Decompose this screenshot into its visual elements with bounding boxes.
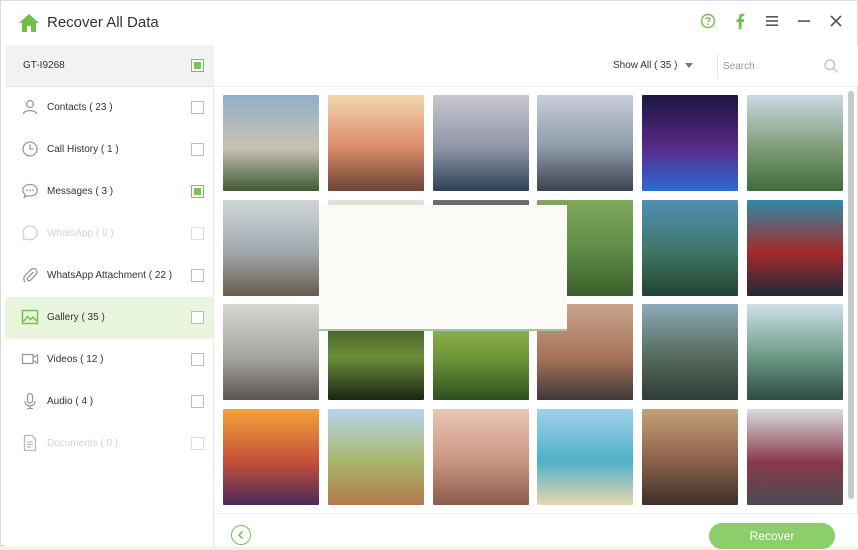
sidebar-item-videos[interactable]: Videos ( 12 ): [5, 339, 214, 381]
sidebar-item-label: Documents ( 0 ): [47, 438, 119, 449]
clock-icon: [21, 140, 39, 158]
family-beach-photo[interactable]: [223, 200, 319, 296]
app-window: Recover All Data GT-I9268 Contacts (23 …: [0, 0, 858, 549]
iron-man-photo[interactable]: [747, 200, 843, 296]
filter-label: Show All ( 35 ): [613, 60, 678, 71]
facebook-icon[interactable]: [731, 12, 749, 30]
sidebar-item-whatsapp[interactable]: WhatsApp ( 0 ): [5, 213, 214, 255]
sidebar-item-contacts[interactable]: Contacts ( 23 ): [5, 87, 214, 129]
window-controls: [699, 12, 845, 30]
sidebar-item-label: Messages ( 3 ): [47, 186, 114, 197]
whatsapp-checkbox[interactable]: [191, 227, 204, 240]
karst-lake-photo[interactable]: [747, 304, 843, 400]
contacts-checkbox[interactable]: [191, 101, 204, 114]
sidebar-item-label: WhatsApp ( 0 ): [47, 228, 114, 239]
scrollbar[interactable]: [847, 89, 855, 507]
house-photo[interactable]: [223, 95, 319, 191]
gallery-checkbox[interactable]: [191, 311, 204, 324]
home-icon[interactable]: [18, 12, 40, 34]
sidebar-item-label: Contacts ( 23 ): [47, 102, 113, 113]
beach-family-photo[interactable]: [537, 409, 633, 505]
sidebar-item-gallery[interactable]: Gallery ( 35 ): [5, 297, 214, 339]
documents-checkbox[interactable]: [191, 437, 204, 450]
device-row[interactable]: GT-I9268: [5, 45, 214, 87]
scrollbar-thumb[interactable]: [848, 91, 854, 499]
gallery-icon: [21, 308, 39, 326]
close-icon[interactable]: [827, 12, 845, 30]
dirt-road-photo[interactable]: [328, 409, 424, 505]
message-icon: [21, 182, 39, 200]
title-bar: Recover All Data: [1, 1, 857, 45]
sidebar-item-call-history[interactable]: Call History ( 1 ): [5, 129, 214, 171]
child-hat-photo[interactable]: [747, 409, 843, 505]
microphone-icon: [21, 392, 39, 410]
back-button[interactable]: [231, 525, 251, 545]
beach-walk-photo[interactable]: [223, 304, 319, 400]
whatsapp-attachment-checkbox[interactable]: [191, 269, 204, 282]
call-history-checkbox[interactable]: [191, 143, 204, 156]
filter-dropdown[interactable]: Show All ( 35 ): [613, 60, 694, 71]
river-valley-photo[interactable]: [747, 95, 843, 191]
overlay-panel: [319, 205, 567, 331]
app-title: Recover All Data: [47, 14, 159, 31]
whatsapp-icon: [21, 224, 39, 242]
sidebar-item-label: Videos ( 12 ): [47, 354, 104, 365]
recover-button[interactable]: Recover: [709, 523, 835, 549]
help-icon[interactable]: [699, 12, 717, 30]
winding-river-photo[interactable]: [642, 304, 738, 400]
lake-mountains-photo[interactable]: [433, 95, 529, 191]
balloons-sunset-photo[interactable]: [223, 409, 319, 505]
toys-photo[interactable]: [642, 409, 738, 505]
document-icon: [21, 434, 39, 452]
search-icon[interactable]: [823, 58, 839, 74]
videos-checkbox[interactable]: [191, 353, 204, 366]
divider: [717, 54, 718, 78]
sidebar-item-audio[interactable]: Audio ( 4 ): [5, 381, 214, 423]
device-checkbox[interactable]: [191, 59, 204, 72]
sidebar-item-label: WhatsApp Attachment ( 22 ): [47, 270, 173, 281]
contacts-icon: [21, 98, 39, 116]
video-icon: [21, 350, 39, 368]
sidebar-item-label: Audio ( 4 ): [47, 396, 94, 407]
forest-lake-photo[interactable]: [642, 200, 738, 296]
sidebar-item-whatsapp-attachment[interactable]: WhatsApp Attachment ( 22 ): [5, 255, 214, 297]
audio-checkbox[interactable]: [191, 395, 204, 408]
device-name: GT-I9268: [23, 60, 65, 71]
minimize-icon[interactable]: [795, 12, 813, 30]
messages-checkbox[interactable]: [191, 185, 204, 198]
paperclip-icon: [21, 266, 39, 284]
neon-city-photo[interactable]: [642, 95, 738, 191]
footer-bar: Recover: [215, 513, 858, 549]
baby-feet-photo[interactable]: [433, 409, 529, 505]
sidebar-item-label: Call History ( 1 ): [47, 144, 119, 155]
chevron-left-icon: [237, 530, 244, 540]
menu-icon[interactable]: [763, 12, 781, 30]
city-tower-photo[interactable]: [537, 95, 633, 191]
sidebar-item-documents[interactable]: Documents ( 0 ): [5, 423, 214, 465]
content-toolbar: Show All ( 35 ): [215, 45, 858, 87]
cliff-sunset-photo[interactable]: [328, 95, 424, 191]
sidebar-item-label: Gallery ( 35 ): [47, 312, 105, 323]
sidebar: GT-I9268 Contacts ( 23 ) Call History ( …: [5, 45, 214, 547]
sidebar-item-messages[interactable]: Messages ( 3 ): [5, 171, 214, 213]
chevron-down-icon: [685, 62, 694, 68]
